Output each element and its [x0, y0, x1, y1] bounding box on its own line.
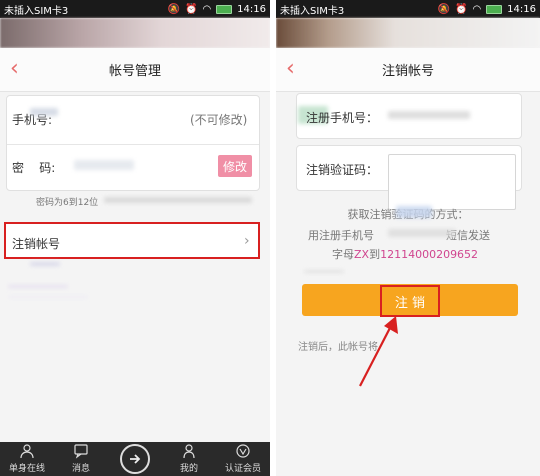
user-icon — [183, 444, 195, 459]
tab-vip[interactable]: 认证会员 — [218, 443, 268, 474]
mute-icon: 🔕 — [437, 3, 450, 15]
blurred-notification — [0, 18, 270, 48]
chevron-right-icon: › — [244, 233, 250, 249]
carrier-text: 未插入SIM卡3 — [280, 5, 345, 17]
arrow-right-circle-icon — [120, 444, 150, 474]
battery-icon — [216, 4, 233, 14]
phone-note: (不可修改) — [190, 113, 248, 127]
alarm-icon: ⏰ — [184, 3, 198, 15]
tab-label: 单身在线 — [8, 464, 45, 474]
red-arrow-annotation — [359, 316, 398, 387]
instruction-line-3: 字母ZX到12114000209652 — [332, 248, 479, 261]
mute-icon: 🔕 — [167, 3, 180, 15]
nav-bar: ‹ 注销帐号 — [276, 48, 540, 92]
cancel-account-label: 注销帐号 — [12, 237, 61, 251]
verify-code-label: 注销验证码： — [306, 163, 379, 177]
status-bar: 未插入SIM卡3 🔕 ⏰ ◠ 14:16 — [276, 0, 540, 18]
nav-bar: ‹ 帐号管理 — [0, 48, 270, 92]
screenshot: 未插入SIM卡3 🔕 ⏰ ◠ 14:16 ‹ 帐号管理 手机号: (不可修改) … — [0, 0, 540, 476]
blurred-notification — [276, 18, 540, 48]
tab-label: 我的 — [179, 464, 198, 474]
time-text: 14:16 — [237, 3, 266, 15]
tab-messages[interactable]: 消息 — [56, 443, 106, 474]
tab-label: 认证会员 — [224, 464, 261, 474]
password-label: 密 码: — [12, 161, 56, 175]
left-phone-screen: 未插入SIM卡3 🔕 ⏰ ◠ 14:16 ‹ 帐号管理 手机号: (不可修改) … — [0, 0, 270, 476]
modify-button[interactable]: 修改 — [218, 155, 252, 177]
verify-code-input[interactable] — [388, 154, 516, 210]
reg-phone-label: 注册手机号： — [306, 111, 379, 125]
wifi-icon: ◠ — [472, 3, 482, 15]
page-title: 注销帐号 — [381, 64, 434, 79]
password-hint: 密码为6到12位 — [36, 198, 99, 208]
tab-mine[interactable]: 我的 — [164, 443, 214, 474]
tab-single-online[interactable]: 单身在线 — [2, 443, 52, 474]
cancel-button-label: 注 销 — [394, 295, 426, 311]
message-icon — [74, 444, 88, 459]
page-title: 帐号管理 — [108, 64, 161, 79]
battery-icon — [486, 4, 503, 14]
person-icon — [20, 444, 34, 459]
status-bar: 未插入SIM卡3 🔕 ⏰ ◠ 14:16 — [0, 0, 270, 18]
tab-bar: 单身在线 消息 我的 认证会员 — [0, 442, 270, 476]
wifi-icon: ◠ — [202, 3, 212, 15]
right-phone-screen: 未插入SIM卡3 🔕 ⏰ ◠ 14:16 ‹ 注销帐号 注册手机号： 注销验证码… — [276, 0, 540, 476]
time-text: 14:16 — [507, 3, 536, 15]
carrier-text: 未插入SIM卡3 — [4, 5, 69, 17]
alarm-icon: ⏰ — [454, 3, 468, 15]
vip-icon — [236, 444, 250, 458]
tab-center[interactable] — [110, 444, 160, 474]
tab-label: 消息 — [71, 464, 90, 474]
back-icon[interactable]: ‹ — [10, 56, 30, 82]
back-icon[interactable]: ‹ — [286, 56, 306, 82]
